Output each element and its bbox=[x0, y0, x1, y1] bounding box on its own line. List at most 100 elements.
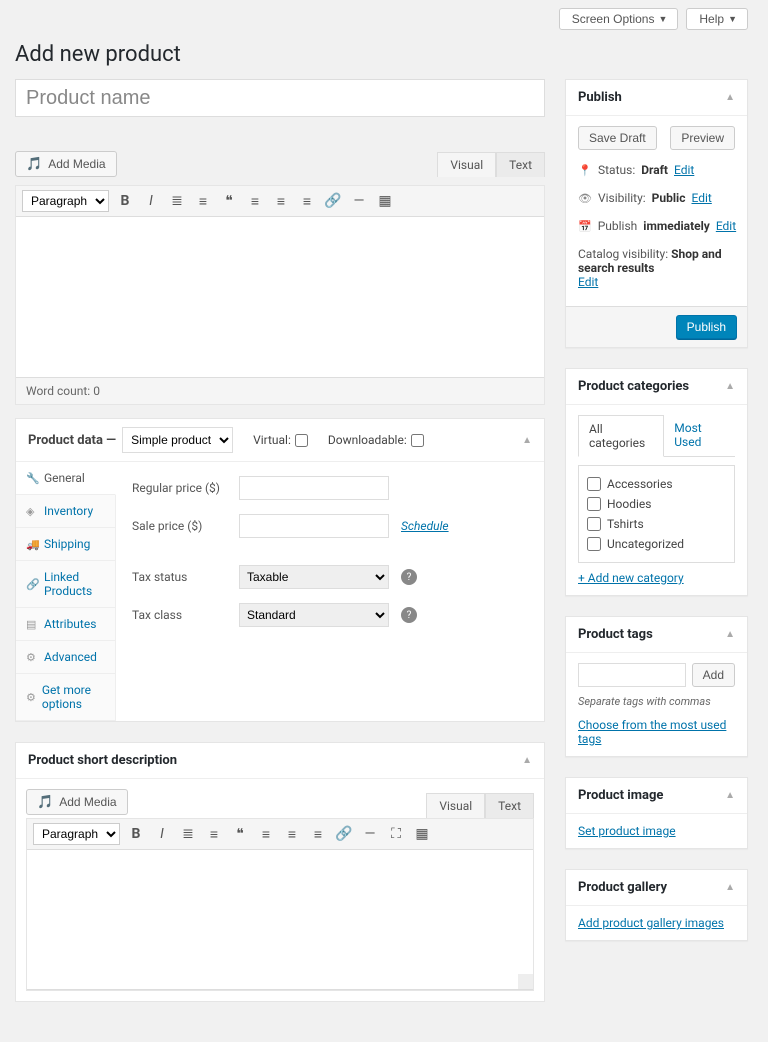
schedule-link[interactable]: Schedule bbox=[401, 519, 449, 533]
short-desc-content-area[interactable] bbox=[27, 850, 533, 990]
catalog-edit-link[interactable]: Edit bbox=[578, 275, 598, 289]
bullet-list-icon[interactable]: ≣ bbox=[167, 191, 187, 211]
help-icon[interactable]: ? bbox=[401, 569, 417, 585]
tab-label: Shipping bbox=[44, 537, 90, 551]
italic-icon[interactable]: I bbox=[141, 191, 161, 211]
sale-price-input[interactable] bbox=[239, 514, 389, 538]
product-data-tab-general[interactable]: 🔧General bbox=[16, 462, 116, 495]
cat-tab-most-used[interactable]: Most Used bbox=[664, 415, 735, 456]
product-name-input[interactable] bbox=[15, 79, 545, 117]
short-desc-format-select[interactable]: Paragraph bbox=[33, 823, 120, 845]
product-data-tab-advanced[interactable]: ⚙Advanced bbox=[16, 641, 115, 674]
numbered-list-icon[interactable]: ≡ bbox=[193, 191, 213, 211]
set-product-image-link[interactable]: Set product image bbox=[578, 824, 676, 838]
align-left-icon[interactable]: ≡ bbox=[256, 824, 276, 844]
tab-label: Linked Products bbox=[44, 570, 105, 598]
downloadable-toggle[interactable]: Downloadable: bbox=[328, 433, 424, 447]
choose-tags-link[interactable]: Choose from the most used tags bbox=[578, 718, 726, 746]
blockquote-icon[interactable]: ❝ bbox=[230, 824, 250, 844]
save-draft-button[interactable]: Save Draft bbox=[578, 126, 657, 150]
toolbar-toggle-icon[interactable]: ▦ bbox=[375, 191, 395, 211]
tax-status-select[interactable]: Taxable bbox=[239, 565, 389, 589]
short-desc-tab-text[interactable]: Text bbox=[485, 793, 534, 818]
add-gallery-images-link[interactable]: Add product gallery images bbox=[578, 916, 724, 930]
product-data-tab-get-more-options[interactable]: ⚙Get more options bbox=[16, 674, 115, 721]
blockquote-icon[interactable]: ❝ bbox=[219, 191, 239, 211]
catalog-visibility-label: Catalog visibility: bbox=[578, 247, 668, 261]
help-button[interactable]: Help ▼ bbox=[686, 8, 748, 30]
downloadable-checkbox[interactable] bbox=[411, 434, 424, 447]
tag-icon: ▤ bbox=[26, 618, 38, 631]
tag-input[interactable] bbox=[578, 663, 686, 687]
align-left-icon[interactable]: ≡ bbox=[245, 191, 265, 211]
fullscreen-icon[interactable]: ⛶ bbox=[386, 824, 406, 844]
tax-class-select[interactable]: Standard bbox=[239, 603, 389, 627]
more-icon[interactable]: — bbox=[360, 824, 380, 844]
category-item[interactable]: Tshirts bbox=[587, 514, 726, 534]
preview-button[interactable]: Preview bbox=[670, 126, 735, 150]
category-item[interactable]: Accessories bbox=[587, 474, 726, 494]
category-item[interactable]: Uncategorized bbox=[587, 534, 726, 554]
add-media-button[interactable]: 🎵 Add Media bbox=[15, 151, 117, 177]
visibility-edit-link[interactable]: Edit bbox=[691, 191, 711, 205]
category-item[interactable]: Hoodies bbox=[587, 494, 726, 514]
eye-icon: 👁 bbox=[578, 192, 592, 205]
tab-label: General bbox=[44, 471, 85, 485]
align-center-icon[interactable]: ≡ bbox=[271, 191, 291, 211]
category-checkbox[interactable] bbox=[587, 477, 601, 491]
product-data-tab-attributes[interactable]: ▤Attributes bbox=[16, 608, 115, 641]
regular-price-input[interactable] bbox=[239, 476, 389, 500]
category-checkbox[interactable] bbox=[587, 497, 601, 511]
product-data-tab-shipping[interactable]: 🚚Shipping bbox=[16, 528, 115, 561]
short-description-title: Product short description bbox=[28, 753, 177, 768]
more-icon[interactable]: — bbox=[349, 191, 369, 211]
category-checkbox[interactable] bbox=[587, 537, 601, 551]
bullet-list-icon[interactable]: ≣ bbox=[178, 824, 198, 844]
product-type-select[interactable]: Simple product bbox=[122, 427, 233, 453]
bold-icon[interactable]: B bbox=[115, 191, 135, 211]
publish-button[interactable]: Publish bbox=[676, 315, 737, 339]
italic-icon[interactable]: I bbox=[152, 824, 172, 844]
cat-tab-all[interactable]: All categories bbox=[578, 415, 664, 457]
tab-label: Inventory bbox=[44, 504, 93, 518]
gear-icon: ⚙ bbox=[26, 651, 38, 664]
align-center-icon[interactable]: ≡ bbox=[282, 824, 302, 844]
virtual-toggle[interactable]: Virtual: bbox=[253, 433, 308, 447]
category-checkbox[interactable] bbox=[587, 517, 601, 531]
status-edit-link[interactable]: Edit bbox=[674, 163, 694, 177]
collapse-icon[interactable]: ▲ bbox=[725, 882, 735, 893]
tab-text[interactable]: Text bbox=[496, 152, 545, 177]
format-select[interactable]: Paragraph bbox=[22, 190, 109, 212]
toolbar-toggle-icon[interactable]: ▦ bbox=[412, 824, 432, 844]
product-data-tab-linked-products[interactable]: 🔗 Linked Products bbox=[16, 561, 115, 608]
short-desc-tab-visual[interactable]: Visual bbox=[426, 793, 485, 818]
short-desc-add-media-button[interactable]: 🎵 Add Media bbox=[26, 789, 128, 815]
collapse-icon[interactable]: ▲ bbox=[725, 381, 735, 392]
media-icon: 🎵 bbox=[26, 156, 42, 172]
product-data-tab-inventory[interactable]: ◈Inventory bbox=[16, 495, 115, 528]
editor-content-area[interactable] bbox=[16, 217, 544, 377]
screen-options-button[interactable]: Screen Options ▼ bbox=[559, 8, 679, 30]
add-category-link[interactable]: + Add new category bbox=[578, 571, 684, 585]
numbered-list-icon[interactable]: ≡ bbox=[204, 824, 224, 844]
align-right-icon[interactable]: ≡ bbox=[308, 824, 328, 844]
help-icon[interactable]: ? bbox=[401, 607, 417, 623]
link-icon[interactable]: 🔗 bbox=[334, 824, 354, 844]
collapse-icon[interactable]: ▲ bbox=[725, 629, 735, 640]
tab-visual[interactable]: Visual bbox=[437, 152, 496, 177]
collapse-icon[interactable]: ▲ bbox=[725, 790, 735, 801]
collapse-icon[interactable]: ▲ bbox=[522, 755, 532, 766]
word-count-label: Word count: bbox=[26, 384, 90, 398]
schedule-edit-link[interactable]: Edit bbox=[716, 219, 736, 233]
bold-icon[interactable]: B bbox=[126, 824, 146, 844]
virtual-checkbox[interactable] bbox=[295, 434, 308, 447]
dropdown-icon: ▼ bbox=[658, 14, 667, 24]
link-icon: 🔗 bbox=[26, 578, 38, 591]
collapse-icon[interactable]: ▲ bbox=[522, 435, 532, 446]
link-icon[interactable]: 🔗 bbox=[323, 191, 343, 211]
category-label: Hoodies bbox=[607, 497, 652, 511]
product-image-panel-title: Product image bbox=[578, 788, 663, 803]
align-right-icon[interactable]: ≡ bbox=[297, 191, 317, 211]
add-tag-button[interactable]: Add bbox=[692, 663, 735, 687]
collapse-icon[interactable]: ▲ bbox=[725, 92, 735, 103]
